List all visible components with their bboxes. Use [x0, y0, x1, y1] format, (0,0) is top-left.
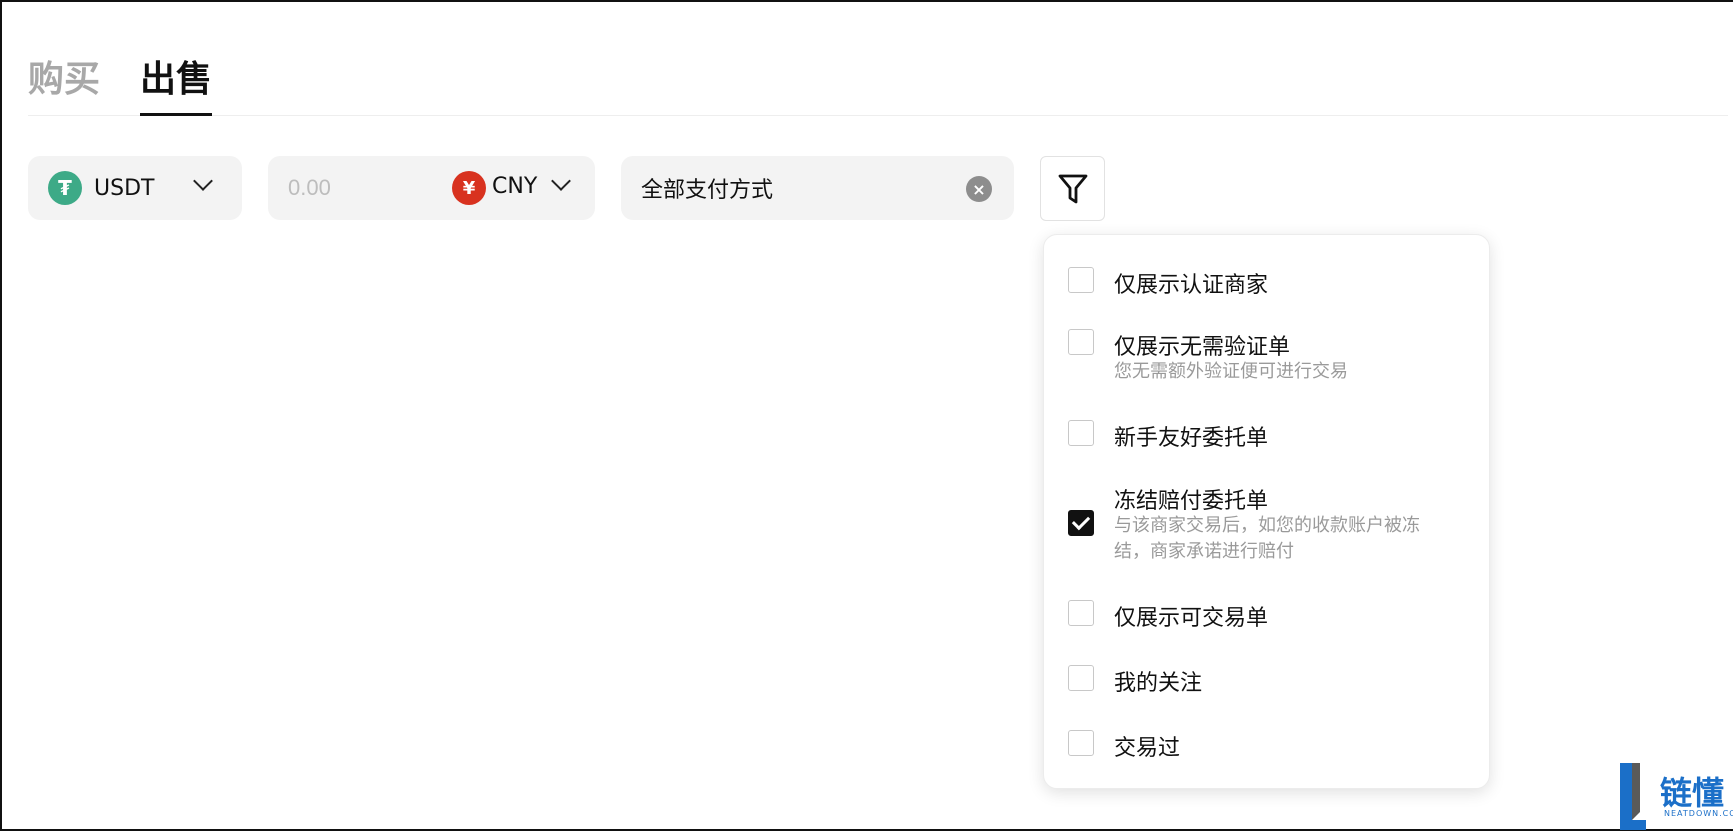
yuan-icon: ¥: [452, 171, 486, 205]
tether-icon: ₮: [48, 171, 82, 205]
chevron-down-icon: [193, 171, 213, 191]
option-title: 交易过: [1114, 736, 1181, 761]
amount-input[interactable]: [288, 175, 438, 201]
checkbox[interactable]: [1068, 600, 1094, 626]
option-title: 仅展示可交易单: [1114, 606, 1269, 631]
filter-icon: [1058, 174, 1087, 203]
currency-label[interactable]: CNY: [492, 174, 537, 199]
coin-select[interactable]: ₮ USDT: [28, 156, 242, 220]
checkbox[interactable]: [1068, 665, 1094, 691]
option-title: 仅展示认证商家: [1114, 273, 1269, 298]
filter-button[interactable]: [1040, 156, 1105, 221]
checkbox[interactable]: [1068, 420, 1094, 446]
active-tab-indicator: [140, 113, 212, 116]
option-description: 与该商家交易后，如您的收款账户被冻结，商家承诺进行赔付: [1114, 515, 1420, 562]
clear-icon[interactable]: ×: [966, 176, 992, 202]
coin-label: USDT: [94, 175, 155, 201]
payment-method-select[interactable]: 全部支付方式 ×: [621, 156, 1014, 220]
watermark-text: 链懂: [1660, 774, 1725, 812]
chevron-down-icon[interactable]: [551, 171, 571, 191]
filter-dropdown: 仅展示认证商家 仅展示无需验证单 您无需额外验证便可进行交易 新手友好委托单 冻…: [1043, 234, 1490, 789]
option-title: 新手友好委托单: [1114, 426, 1269, 451]
checkbox[interactable]: [1068, 730, 1094, 756]
option-description: 您无需额外验证便可进行交易: [1114, 361, 1348, 382]
checkbox-checked[interactable]: [1068, 510, 1094, 536]
tab-buy[interactable]: 购买: [28, 50, 100, 102]
checkbox[interactable]: [1068, 267, 1094, 293]
checkbox[interactable]: [1068, 329, 1094, 355]
tab-sell[interactable]: 出售: [140, 50, 212, 102]
payment-method-label: 全部支付方式: [641, 178, 774, 203]
amount-field: ¥ CNY: [268, 156, 595, 220]
option-title: 我的关注: [1114, 671, 1203, 696]
trade-tabs: 购买 出售: [28, 36, 1728, 116]
watermark-subtext: NEATDOWN.COM: [1664, 809, 1733, 818]
option-title: 仅展示无需验证单: [1114, 335, 1291, 360]
option-title: 冻结赔付委托单: [1114, 489, 1269, 514]
